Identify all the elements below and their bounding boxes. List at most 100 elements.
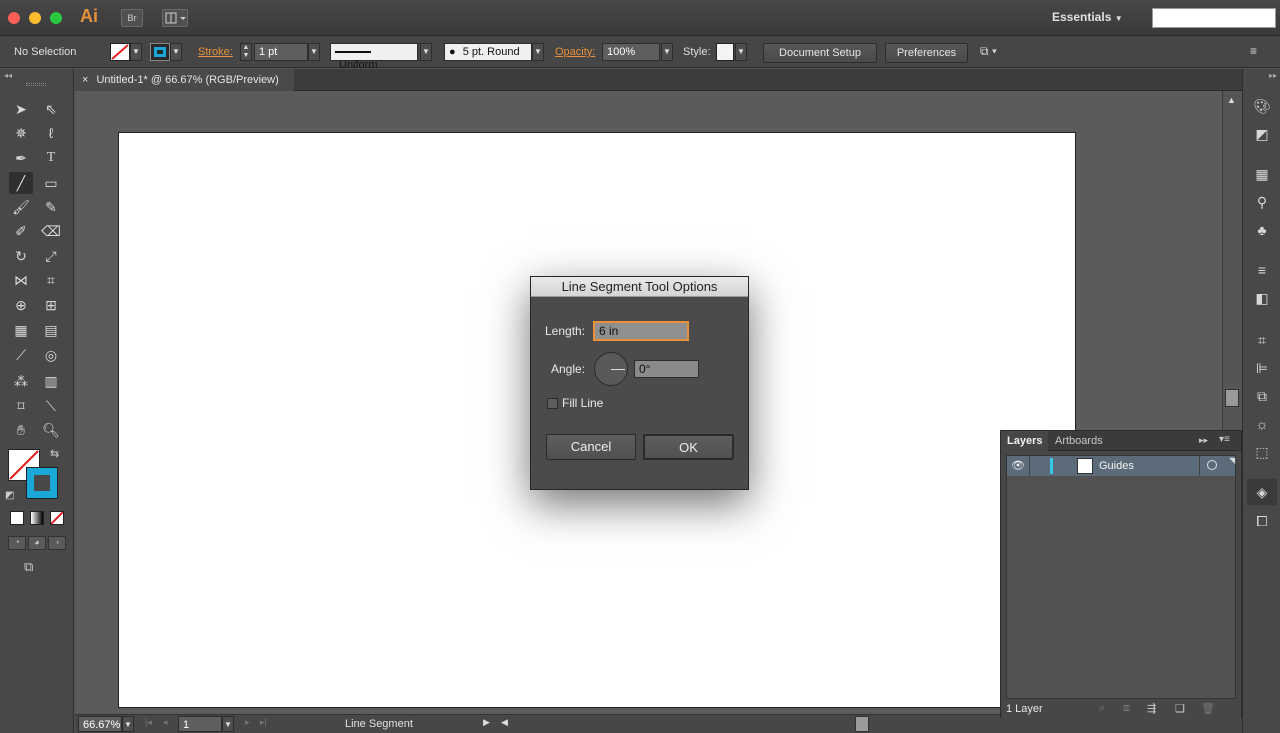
collapse-panel-icon[interactable]: ◂◂: [4, 71, 12, 80]
type-tool-icon[interactable]: T: [39, 147, 63, 169]
next-artboard-icon[interactable]: ▸: [245, 717, 250, 728]
new-sublayer-icon[interactable]: ⇶: [1147, 702, 1156, 715]
fill-dropdown-arrow[interactable]: ▼: [130, 43, 142, 61]
blob-brush-tool-icon[interactable]: ✐: [9, 220, 33, 242]
brush-definition[interactable]: ● 5 pt. Round: [444, 43, 532, 61]
visibility-eye-icon[interactable]: 👁︎: [1011, 459, 1025, 472]
help-search-input[interactable]: [1152, 8, 1276, 28]
hand-tool-icon[interactable]: ✋︎: [9, 419, 33, 441]
arrange-documents-button[interactable]: [162, 9, 188, 27]
ok-button[interactable]: OK: [643, 434, 734, 460]
new-layer-icon[interactable]: ❏: [1175, 702, 1185, 715]
cancel-button[interactable]: Cancel: [546, 434, 636, 460]
expand-dock-icon[interactable]: ▸▸: [1269, 71, 1277, 80]
gradient-tool-icon[interactable]: ▤: [39, 319, 63, 341]
gradient-panel-icon[interactable]: ◧: [1253, 289, 1271, 307]
color-guide-icon[interactable]: ◩: [1253, 125, 1271, 143]
none-mode-button[interactable]: [50, 511, 64, 525]
variable-width-profile[interactable]: Uniform: [330, 43, 418, 71]
panel-menu-icon[interactable]: ▾≡: [1219, 434, 1230, 445]
draw-behind-icon[interactable]: ◕: [28, 536, 46, 550]
document-tab[interactable]: × Untitled-1* @ 66.67% (RGB/Preview): [74, 69, 294, 91]
target-circle-icon[interactable]: [1207, 460, 1217, 470]
draw-inside-icon[interactable]: ◑: [48, 536, 66, 550]
vertical-scroll-thumb[interactable]: [1225, 389, 1239, 407]
rectangle-tool-icon[interactable]: ▭: [39, 172, 63, 194]
locate-object-icon[interactable]: ⌕: [1099, 702, 1105, 715]
zoom-dropdown[interactable]: ▼: [122, 716, 134, 732]
zoom-level-field[interactable]: 66.67%: [78, 716, 122, 732]
stroke-panel-link[interactable]: Stroke:: [198, 46, 233, 58]
eraser-tool-icon[interactable]: ⌫: [39, 220, 63, 242]
blend-tool-icon[interactable]: ◎: [39, 344, 63, 366]
column-graph-tool-icon[interactable]: ▥: [39, 370, 63, 392]
opacity-dropdown[interactable]: ▼: [661, 43, 673, 61]
direct-selection-tool-icon[interactable]: ⇖: [39, 98, 63, 120]
artboards-panel-icon[interactable]: ⧠: [1253, 512, 1271, 530]
lock-toggle[interactable]: [1033, 456, 1047, 476]
pathfinder-panel-icon[interactable]: ⧉: [1253, 387, 1271, 405]
artboard-dropdown[interactable]: ▼: [222, 716, 234, 732]
default-fill-stroke-icon[interactable]: ◩: [5, 490, 14, 501]
stroke-swatch[interactable]: [150, 43, 170, 61]
fill-line-checkbox[interactable]: [547, 398, 558, 409]
slice-tool-icon[interactable]: ⟍: [39, 395, 63, 417]
perspective-grid-tool-icon[interactable]: ⊞: [39, 294, 63, 316]
stroke-dropdown-arrow[interactable]: ▼: [170, 43, 182, 61]
control-bar-menu-icon[interactable]: ≡: [1250, 44, 1268, 62]
draw-normal-icon[interactable]: ◔: [8, 536, 26, 550]
symbols-panel-icon[interactable]: ♣: [1253, 221, 1271, 239]
graphic-style-dropdown[interactable]: ▼: [735, 43, 747, 61]
magic-wand-tool-icon[interactable]: ✵: [9, 122, 33, 144]
last-artboard-icon[interactable]: ▸|: [260, 717, 267, 728]
mesh-tool-icon[interactable]: ▦: [9, 319, 33, 341]
lasso-tool-icon[interactable]: ℓ: [39, 122, 63, 144]
pencil-tool-icon[interactable]: ✎: [39, 196, 63, 218]
minimize-window-button[interactable]: [29, 12, 41, 24]
selection-tool-icon[interactable]: ➤: [9, 98, 33, 120]
workspace-switcher[interactable]: Essentials ▼: [1052, 10, 1123, 24]
horizontal-scroll-thumb[interactable]: [855, 716, 869, 732]
layer-row[interactable]: 👁︎ Guides ◥: [1007, 456, 1235, 476]
stroke-panel-icon[interactable]: ≡: [1253, 261, 1271, 279]
artboard-number-field[interactable]: 1: [178, 716, 222, 732]
close-tab-icon[interactable]: ×: [82, 74, 88, 86]
angle-input[interactable]: 0°: [634, 360, 699, 378]
scale-tool-icon[interactable]: ⤢: [39, 245, 63, 267]
variable-width-dropdown[interactable]: ▼: [420, 43, 432, 61]
delete-layer-icon[interactable]: 🗑︎: [1201, 702, 1215, 715]
tab-layers[interactable]: Layers: [1001, 431, 1049, 451]
angle-dial[interactable]: [594, 352, 628, 386]
bridge-button[interactable]: Br: [121, 9, 143, 27]
eyedropper-tool-icon[interactable]: ⟋: [9, 344, 33, 366]
swap-fill-stroke-icon[interactable]: ⇆: [50, 447, 59, 460]
stroke-weight-stepper[interactable]: ▲ ▼: [240, 43, 252, 61]
color-panel-icon[interactable]: 🎨︎: [1253, 97, 1271, 115]
artboard-tool-icon[interactable]: ⌑: [9, 395, 33, 417]
selection-column-icon[interactable]: ◥: [1229, 456, 1235, 465]
width-tool-icon[interactable]: ⋈: [9, 269, 33, 291]
document-setup-button[interactable]: Document Setup: [763, 43, 877, 63]
stroke-weight-field[interactable]: 1 pt: [254, 43, 308, 61]
symbol-sprayer-tool-icon[interactable]: ⁂: [9, 370, 33, 392]
opacity-field[interactable]: 100%: [602, 43, 660, 61]
zoom-window-button[interactable]: [50, 12, 62, 24]
align-panel-icon[interactable]: ⊫: [1253, 359, 1271, 377]
pen-tool-icon[interactable]: ✒: [9, 147, 33, 169]
line-segment-tool-icon[interactable]: ╱: [9, 172, 33, 194]
length-input[interactable]: 6 in: [593, 321, 689, 341]
brushes-panel-icon[interactable]: ⚲: [1253, 193, 1271, 211]
opacity-panel-link[interactable]: Opacity:: [555, 46, 595, 58]
graphic-style-swatch[interactable]: [716, 43, 734, 61]
stroke-color-box[interactable]: [26, 467, 58, 499]
first-artboard-icon[interactable]: |◂: [145, 717, 152, 728]
scroll-up-icon[interactable]: ▲: [1227, 95, 1236, 105]
layers-dock-button[interactable]: ◈: [1247, 479, 1277, 505]
zoom-tool-icon[interactable]: 🔍︎: [39, 419, 63, 441]
brush-dropdown[interactable]: ▼: [532, 43, 544, 61]
screen-mode-icon[interactable]: ⧉: [24, 559, 46, 575]
close-window-button[interactable]: [8, 12, 20, 24]
transform-panel-icon[interactable]: ⌗: [1253, 331, 1271, 349]
gradient-mode-icon[interactable]: [30, 511, 44, 525]
paintbrush-tool-icon[interactable]: 🖌︎: [9, 196, 33, 218]
